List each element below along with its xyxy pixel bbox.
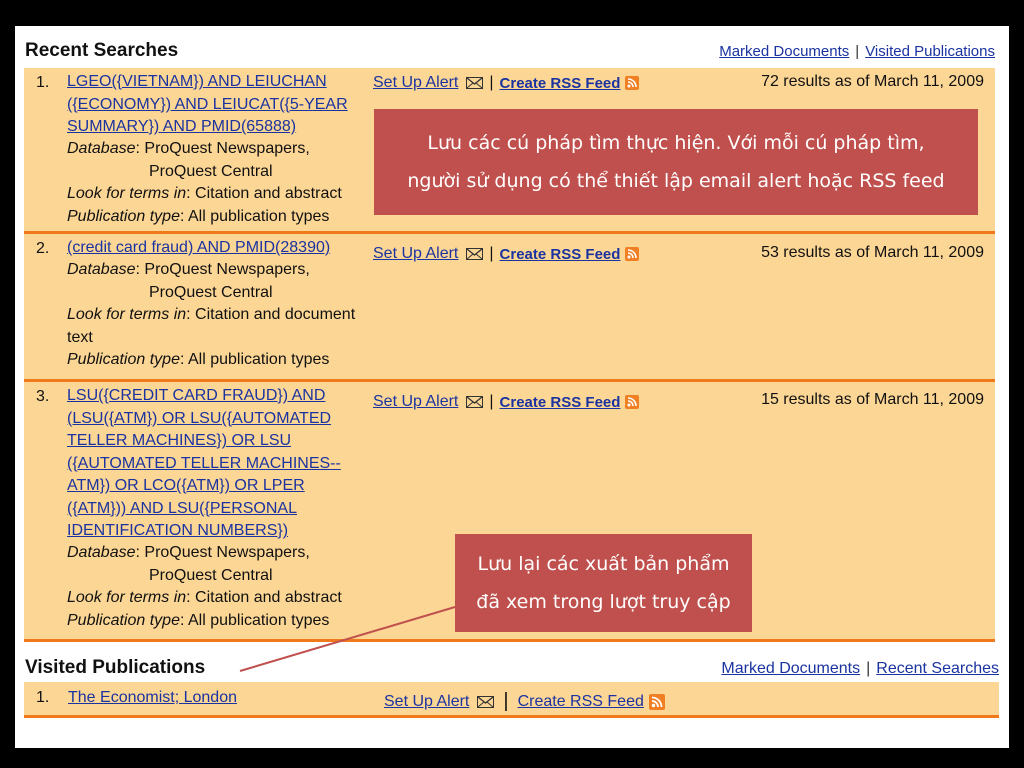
callout-recent-searches: Lưu các cú pháp tìm thực hiện. Với mỗi c… <box>374 109 978 215</box>
page-canvas: Recent Searches Marked Documents | Visited… <box>15 26 1009 748</box>
callout-visited-publications: Lưu lại các xuất bản phẩm đã xem trong l… <box>455 534 752 632</box>
